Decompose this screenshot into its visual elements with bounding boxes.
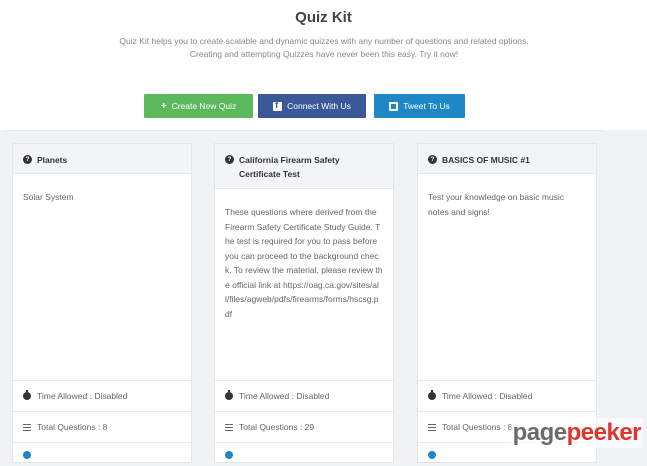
quiz-title: Planets (37, 155, 68, 165)
plus-icon: + (160, 100, 167, 112)
question-circle-icon: ? (225, 155, 234, 164)
facebook-icon (273, 100, 283, 111)
total-questions-row: Total Questions : 29 (215, 411, 393, 442)
quiz-title: BASICS OF MUSIC #1 (442, 155, 530, 165)
quiz-card-header[interactable]: ? BASICS OF MUSIC #1 (418, 144, 596, 174)
attempt-quiz-link[interactable] (215, 442, 393, 466)
question-circle-icon: ? (23, 155, 32, 164)
time-allowed-text: Time Allowed : Disabled (37, 391, 128, 401)
arrow-circle-icon (23, 450, 31, 459)
quiz-title: California Firearm Safety Certificate Te… (239, 155, 340, 179)
time-allowed-text: Time Allowed : Disabled (442, 391, 533, 401)
connect-button[interactable]: Connect With Us (258, 94, 366, 118)
page-description: Quiz Kit helps you to create scalable an… (119, 36, 529, 59)
time-allowed-text: Time Allowed : Disabled (239, 391, 330, 401)
question-circle-icon: ? (428, 155, 437, 164)
watermark-part-1: page (512, 419, 568, 446)
time-allowed-row: Time Allowed : Disabled (215, 380, 393, 411)
time-allowed-row: Time Allowed : Disabled (13, 380, 191, 411)
quiz-description: These questions where derived from the F… (225, 207, 383, 319)
tweet-label: Tweet To Us (403, 101, 450, 111)
pagepeeker-watermark: pagepeeker (510, 418, 643, 448)
page-title: Quiz Kit (295, 9, 352, 26)
total-questions-text: Total Questions : 8 (37, 422, 108, 432)
quiz-card-header[interactable]: ? Planets (13, 144, 191, 174)
list-icon (428, 423, 436, 431)
watermark-part-2: peeker (566, 419, 642, 446)
divider (6, 130, 603, 131)
stopwatch-icon (23, 390, 31, 400)
list-icon (225, 423, 233, 431)
quiz-description: Test your knowledge on basic music notes… (428, 192, 565, 217)
quiz-card: ? BASICS OF MUSIC #1 Test your knowledge… (417, 143, 597, 463)
total-questions-text: Total Questions : 29 (239, 422, 315, 432)
twitter-icon (389, 101, 399, 111)
quiz-card-header[interactable]: ? California Firearm Safety Certificate … (215, 144, 393, 189)
quiz-card: ? Planets Solar System Time Allowed : Di… (12, 143, 192, 463)
total-questions-row: Total Questions : 8 (13, 411, 191, 442)
create-quiz-label: Create New Quiz (171, 101, 237, 111)
stopwatch-icon (428, 390, 436, 400)
connect-label: Connect With Us (287, 101, 351, 111)
time-allowed-row: Time Allowed : Disabled (418, 380, 596, 411)
list-icon (23, 423, 31, 431)
tweet-button[interactable]: Tweet To Us (374, 94, 465, 118)
quiz-card: ? California Firearm Safety Certificate … (214, 143, 394, 463)
quiz-description: Solar System (23, 192, 74, 202)
hero-section: Quiz Kit Quiz Kit helps you to create sc… (0, 0, 647, 130)
total-questions-text: Total Questions : 8 (442, 422, 513, 432)
create-quiz-button[interactable]: + Create New Quiz (144, 94, 253, 118)
arrow-circle-icon (428, 450, 436, 459)
arrow-circle-icon (225, 450, 233, 459)
stopwatch-icon (225, 390, 233, 400)
attempt-quiz-link[interactable] (13, 442, 191, 466)
